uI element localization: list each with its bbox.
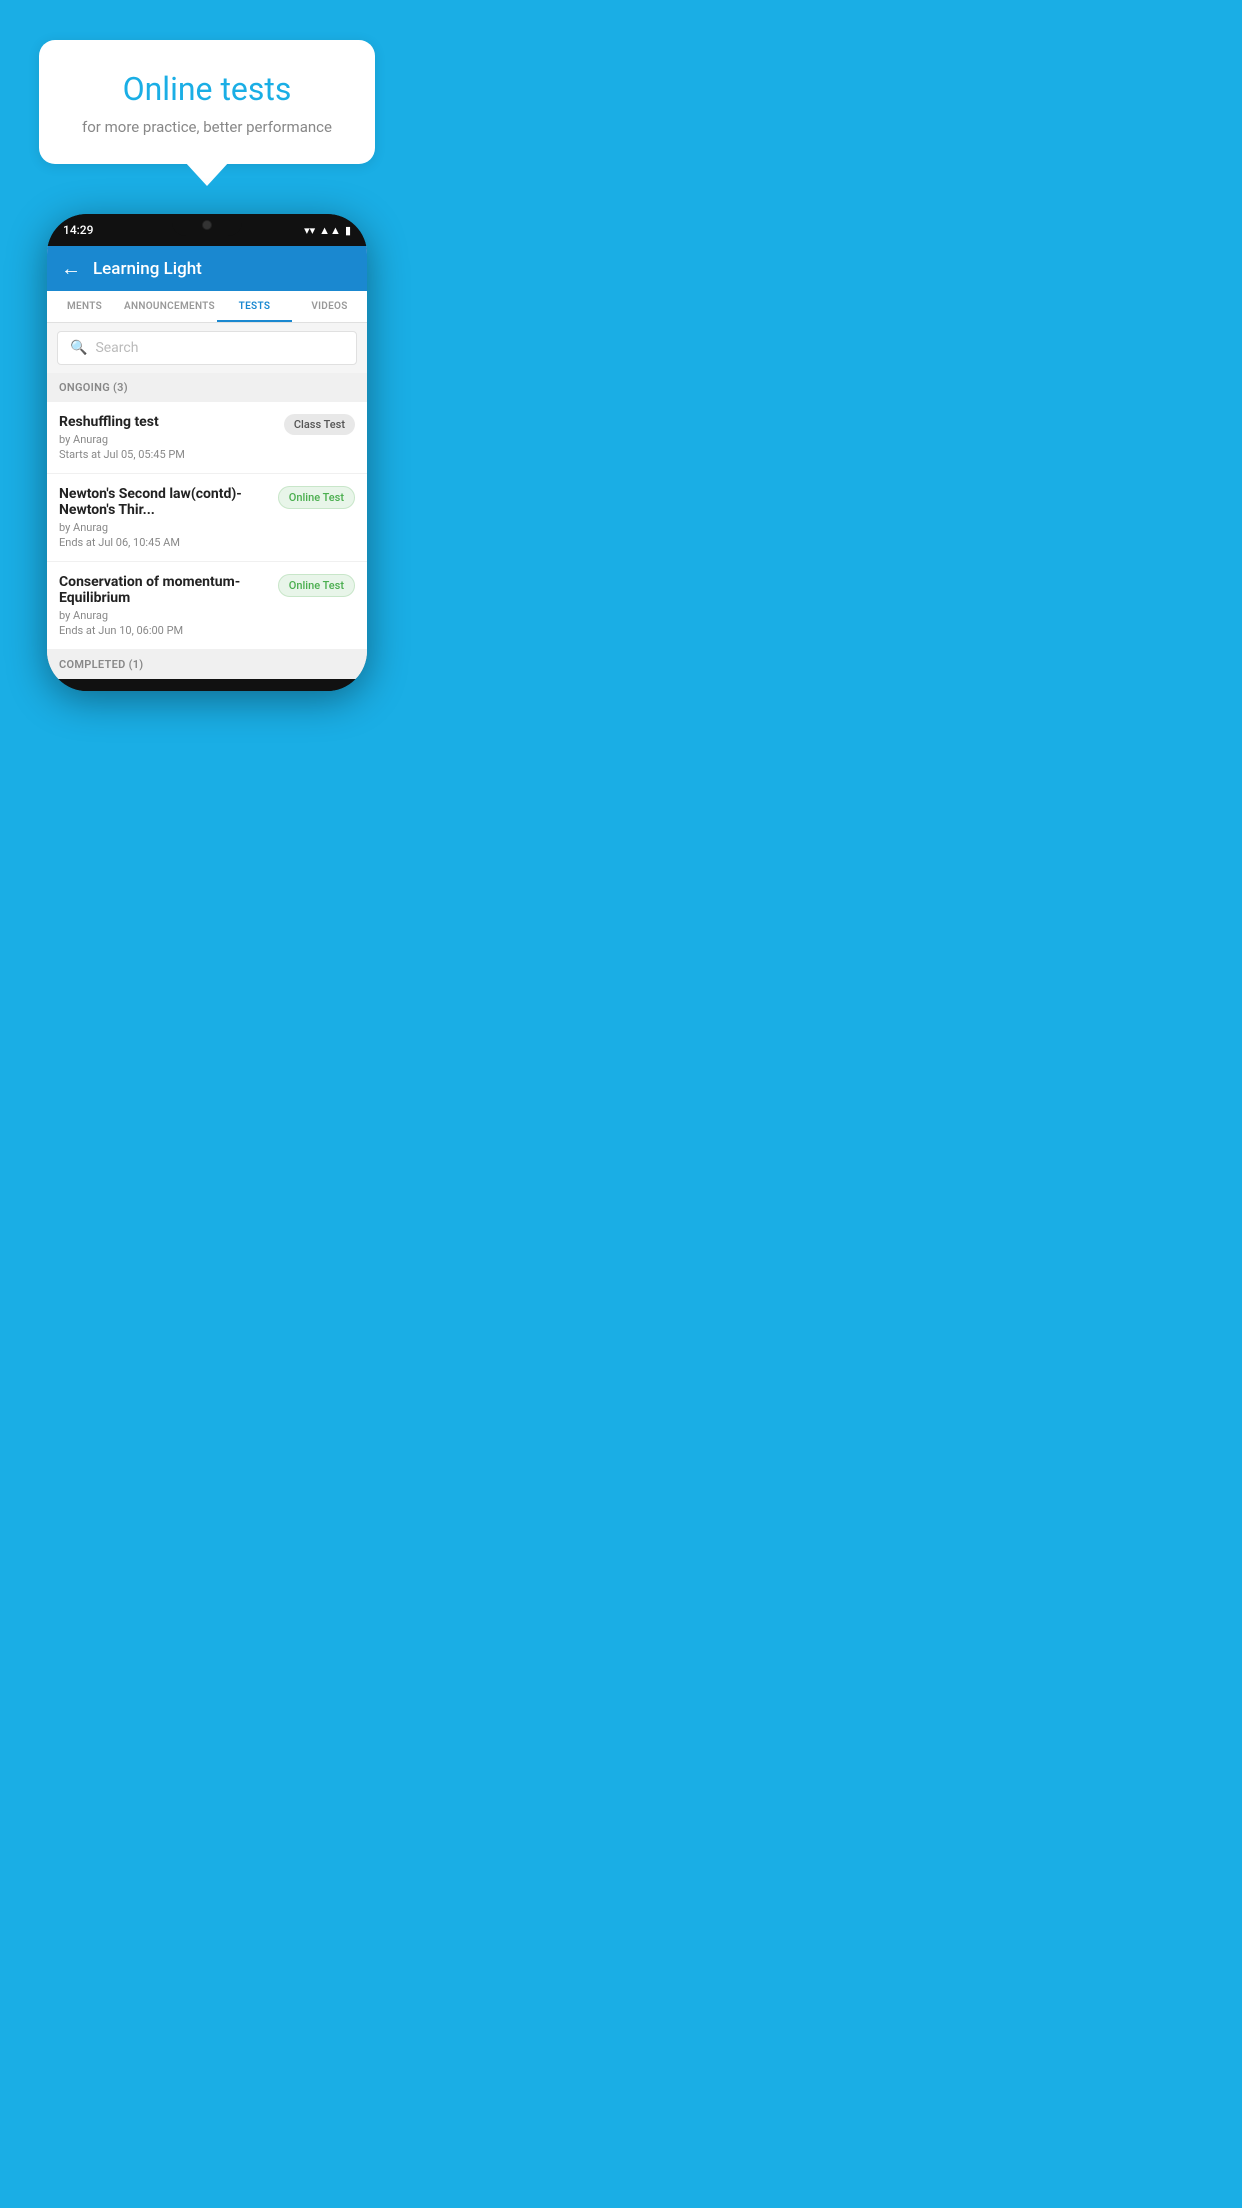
test-author-reshuffling: by Anurag: [59, 433, 276, 446]
test-name-conservation: Conservation of momentum-Equilibrium: [59, 574, 270, 606]
test-item-newton[interactable]: Newton's Second law(contd)-Newton's Thir…: [47, 474, 367, 562]
test-name-reshuffling: Reshuffling test: [59, 414, 276, 430]
test-info-reshuffling: Reshuffling test by Anurag Starts at Jul…: [59, 414, 284, 461]
section-completed: COMPLETED (1): [47, 650, 367, 679]
status-icons: ▾▾ ▲▲ ▮: [304, 224, 351, 237]
tab-announcements[interactable]: ANNOUNCEMENTS: [122, 291, 217, 322]
bubble-subtitle: for more practice, better performance: [69, 118, 346, 136]
promo-bubble: Online tests for more practice, better p…: [39, 40, 376, 164]
test-time-conservation: Ends at Jun 10, 06:00 PM: [59, 624, 270, 637]
test-badge-reshuffling: Class Test: [284, 414, 355, 435]
status-bar: 14:29 ▾▾ ▲▲ ▮: [47, 214, 367, 246]
test-info-newton: Newton's Second law(contd)-Newton's Thir…: [59, 486, 278, 549]
test-badge-newton: Online Test: [278, 486, 355, 509]
phone-device: 14:29 ▾▾ ▲▲ ▮ ← Learning Light MENTS: [47, 214, 367, 691]
signal-icon: ▲▲: [319, 224, 341, 237]
tab-ments[interactable]: MENTS: [47, 291, 122, 322]
phone-screen: ← Learning Light MENTS ANNOUNCEMENTS TES…: [47, 246, 367, 679]
test-item-conservation[interactable]: Conservation of momentum-Equilibrium by …: [47, 562, 367, 650]
bottom-bezel: [47, 679, 367, 691]
status-time: 14:29: [63, 223, 93, 237]
tab-videos[interactable]: VIDEOS: [292, 291, 367, 322]
search-icon: 🔍: [70, 340, 87, 356]
test-author-newton: by Anurag: [59, 521, 270, 534]
app-title: Learning Light: [93, 259, 202, 279]
test-name-newton: Newton's Second law(contd)-Newton's Thir…: [59, 486, 270, 518]
test-time-newton: Ends at Jul 06, 10:45 AM: [59, 536, 270, 549]
notch: [172, 214, 242, 236]
camera: [202, 220, 212, 230]
test-badge-conservation: Online Test: [278, 574, 355, 597]
section-ongoing: ONGOING (3): [47, 373, 367, 402]
tab-bar: MENTS ANNOUNCEMENTS TESTS VIDEOS: [47, 291, 367, 323]
search-bar[interactable]: 🔍 Search: [57, 331, 357, 365]
search-container: 🔍 Search: [47, 323, 367, 373]
bubble-title: Online tests: [69, 70, 346, 108]
test-time-reshuffling: Starts at Jul 05, 05:45 PM: [59, 448, 276, 461]
search-placeholder: Search: [95, 340, 138, 356]
phone-wrapper: 14:29 ▾▾ ▲▲ ▮ ← Learning Light MENTS: [32, 214, 382, 691]
back-button[interactable]: ←: [61, 256, 81, 281]
battery-icon: ▮: [345, 224, 351, 237]
wifi-icon: ▾▾: [304, 224, 315, 237]
tab-tests[interactable]: TESTS: [217, 291, 292, 322]
test-author-conservation: by Anurag: [59, 609, 270, 622]
test-info-conservation: Conservation of momentum-Equilibrium by …: [59, 574, 278, 637]
test-item-reshuffling[interactable]: Reshuffling test by Anurag Starts at Jul…: [47, 402, 367, 474]
app-bar: ← Learning Light: [47, 246, 367, 291]
